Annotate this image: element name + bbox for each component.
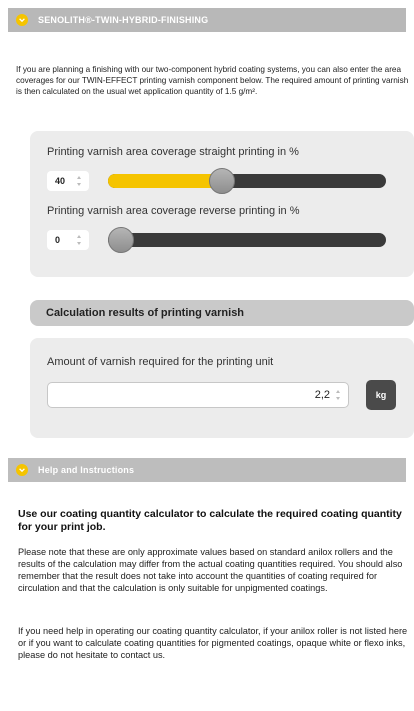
stepper-arrows-icon[interactable] [336, 390, 342, 400]
slider-thumb[interactable] [209, 168, 235, 194]
section-title: SENOLITH®-TWIN-HYBRID-FINISHING [38, 15, 209, 25]
help-section-header[interactable]: Help and Instructions [8, 458, 406, 482]
help-heading: Use our coating quantity calculator to c… [18, 508, 402, 533]
straight-coverage-value: 40 [55, 176, 66, 186]
coverage-panel: Printing varnish area coverage straight … [30, 131, 414, 277]
chevron-down-icon [16, 464, 28, 476]
intro-text: If you are planning a finishing with our… [16, 65, 409, 96]
reverse-printing-label: Printing varnish area coverage reverse p… [47, 205, 300, 217]
varnish-amount-value: 2,2 [314, 389, 330, 401]
slider-fill [108, 174, 222, 188]
straight-coverage-stepper[interactable]: 40 [47, 171, 89, 191]
finishing-section-header[interactable]: SENOLITH®-TWIN-HYBRID-FINISHING [8, 8, 406, 32]
stepper-arrows-icon[interactable] [77, 235, 83, 245]
help-title: Help and Instructions [38, 465, 135, 475]
stepper-arrows-icon[interactable] [77, 176, 83, 186]
chevron-down-icon [16, 14, 28, 26]
help-paragraph-1: Please note that these are only approxim… [18, 547, 403, 593]
straight-printing-label: Printing varnish area coverage straight … [47, 146, 299, 158]
results-panel: Amount of varnish required for the print… [30, 338, 414, 438]
reverse-coverage-slider[interactable] [108, 227, 386, 253]
help-paragraph-2: If you need help in operating our coatin… [18, 626, 408, 660]
varnish-amount-label: Amount of varnish required for the print… [47, 356, 274, 368]
varnish-amount-field[interactable]: 2,2 [47, 382, 349, 408]
reverse-coverage-stepper[interactable]: 0 [47, 230, 89, 250]
results-heading: Calculation results of printing varnish [30, 300, 414, 326]
reverse-coverage-value: 0 [55, 235, 61, 245]
slider-thumb[interactable] [108, 227, 134, 253]
unit-badge: kg [366, 380, 396, 410]
straight-coverage-slider[interactable] [108, 168, 386, 194]
